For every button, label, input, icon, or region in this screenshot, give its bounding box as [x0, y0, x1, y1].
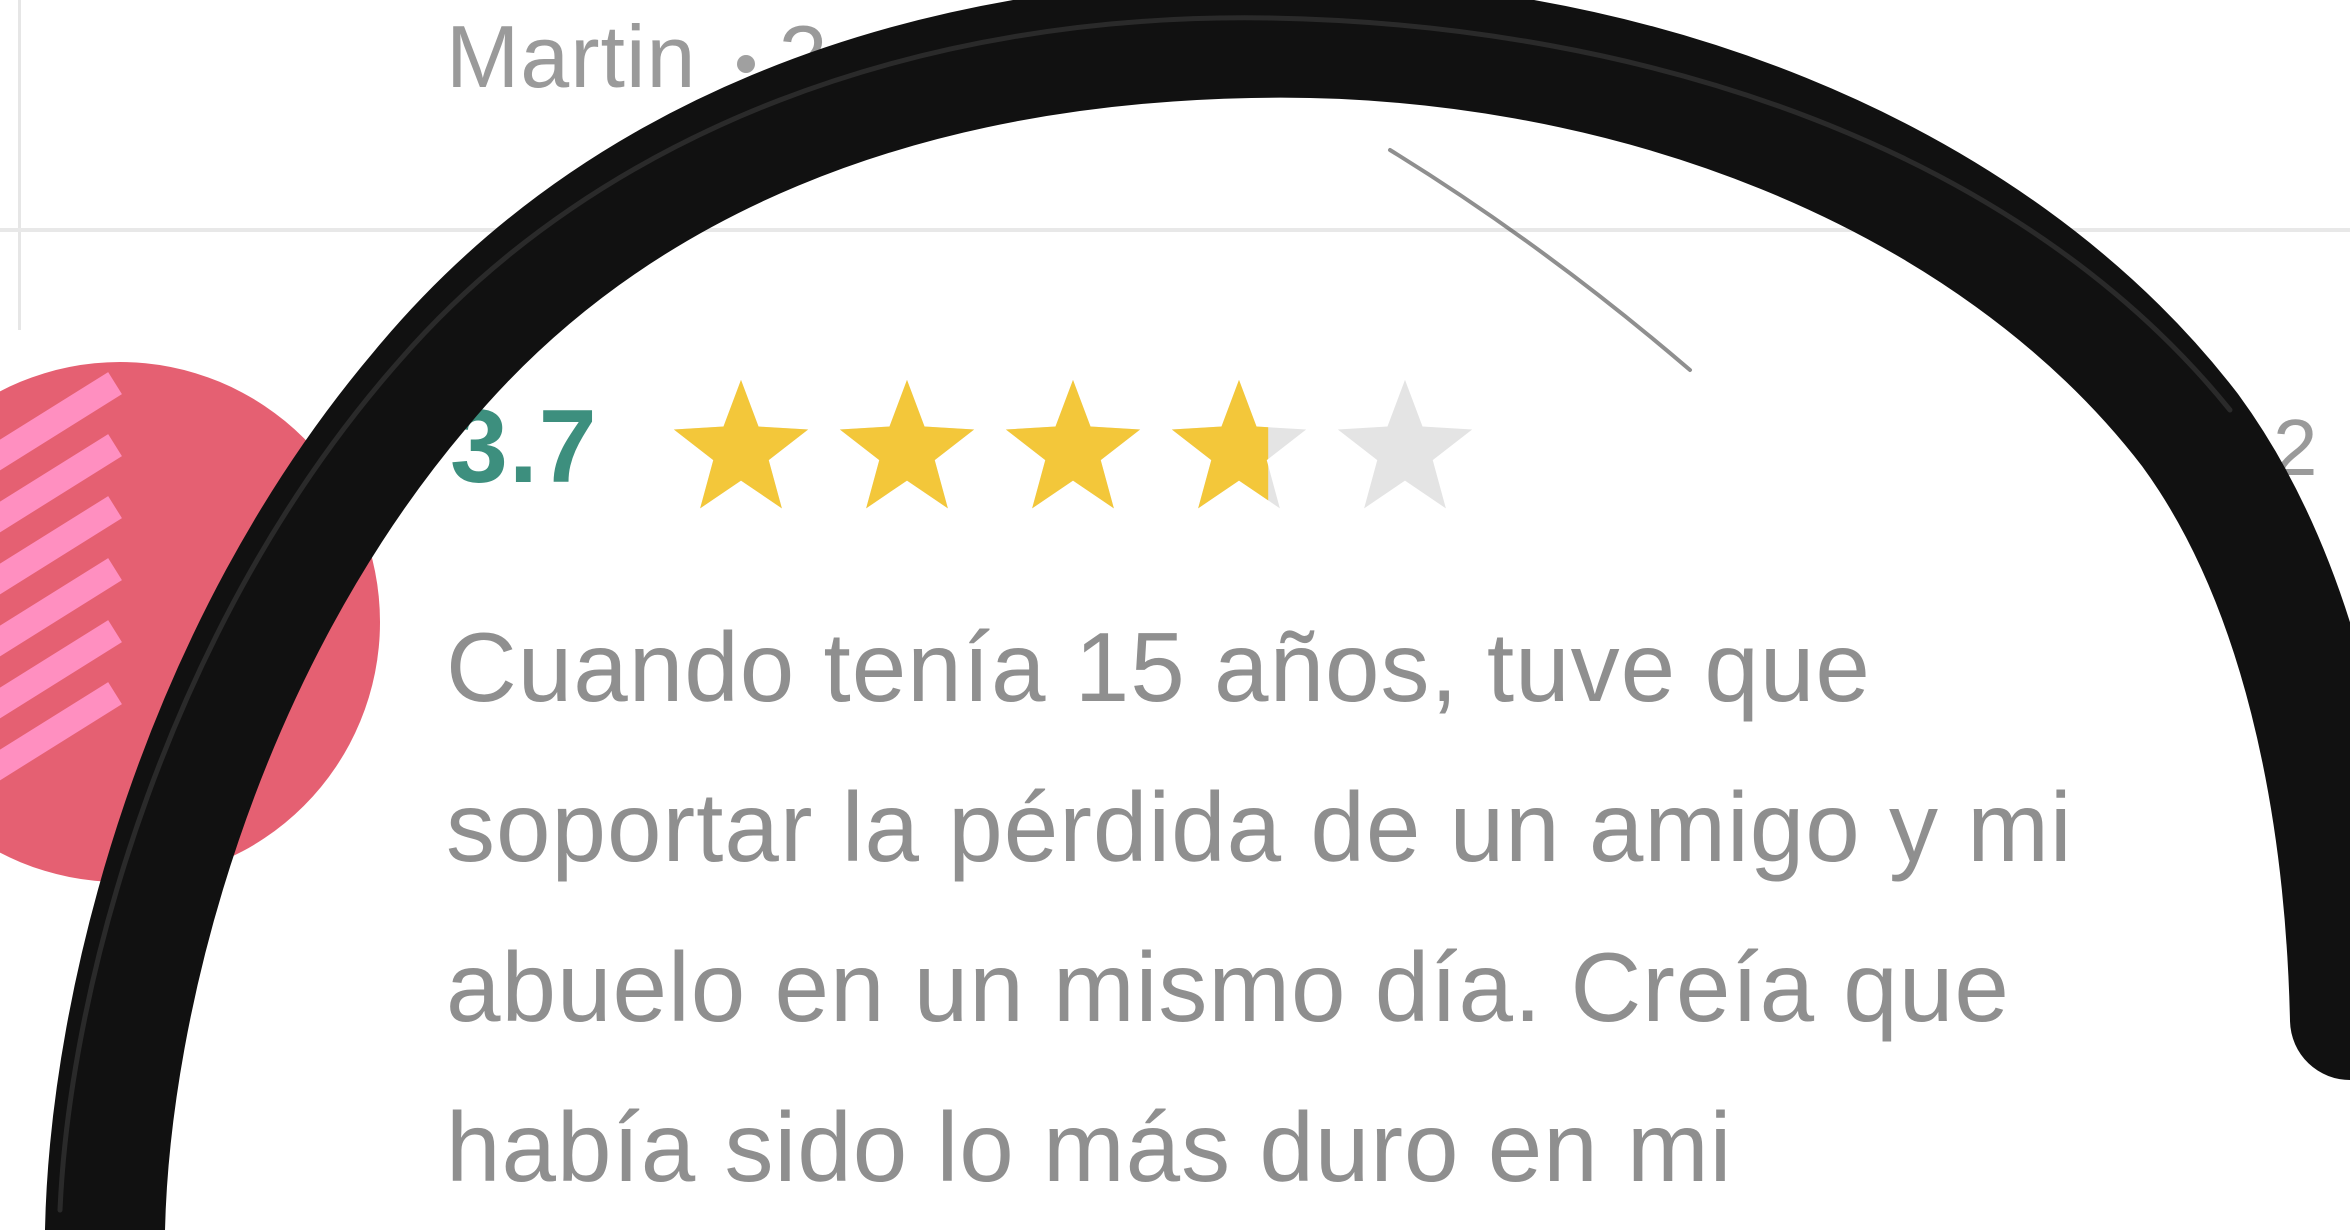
separator-dot: [736, 54, 755, 73]
review-viewport: Martin 2 3.7 ov. 2 Cuando tenía 15 años, …: [0, 0, 2350, 1230]
star-icon: [1005, 379, 1140, 509]
previous-review-date: 2: [778, 7, 829, 106]
rating-value: 3.7: [450, 388, 598, 505]
review-text: Cuando tenía 15 años, tuve que soportar …: [446, 612, 2073, 1202]
review-item: 3.7 ov. 2 Cuando tenía 15 años, tuve que…: [0, 232, 2350, 1230]
star-rating: [668, 374, 1478, 520]
star-icon: [1337, 379, 1472, 509]
previous-review: Martin 2: [0, 0, 2350, 230]
star-icon: [673, 379, 808, 509]
avatar[interactable]: [0, 362, 380, 882]
star-icon: [839, 379, 974, 509]
review-date: ov. 2: [2150, 403, 2318, 492]
rating-row: 3.7: [450, 379, 1478, 512]
previous-review-meta: Martin 2: [446, 6, 828, 108]
previous-review-author: Martin: [446, 7, 697, 106]
star-icon: [1171, 379, 1306, 509]
